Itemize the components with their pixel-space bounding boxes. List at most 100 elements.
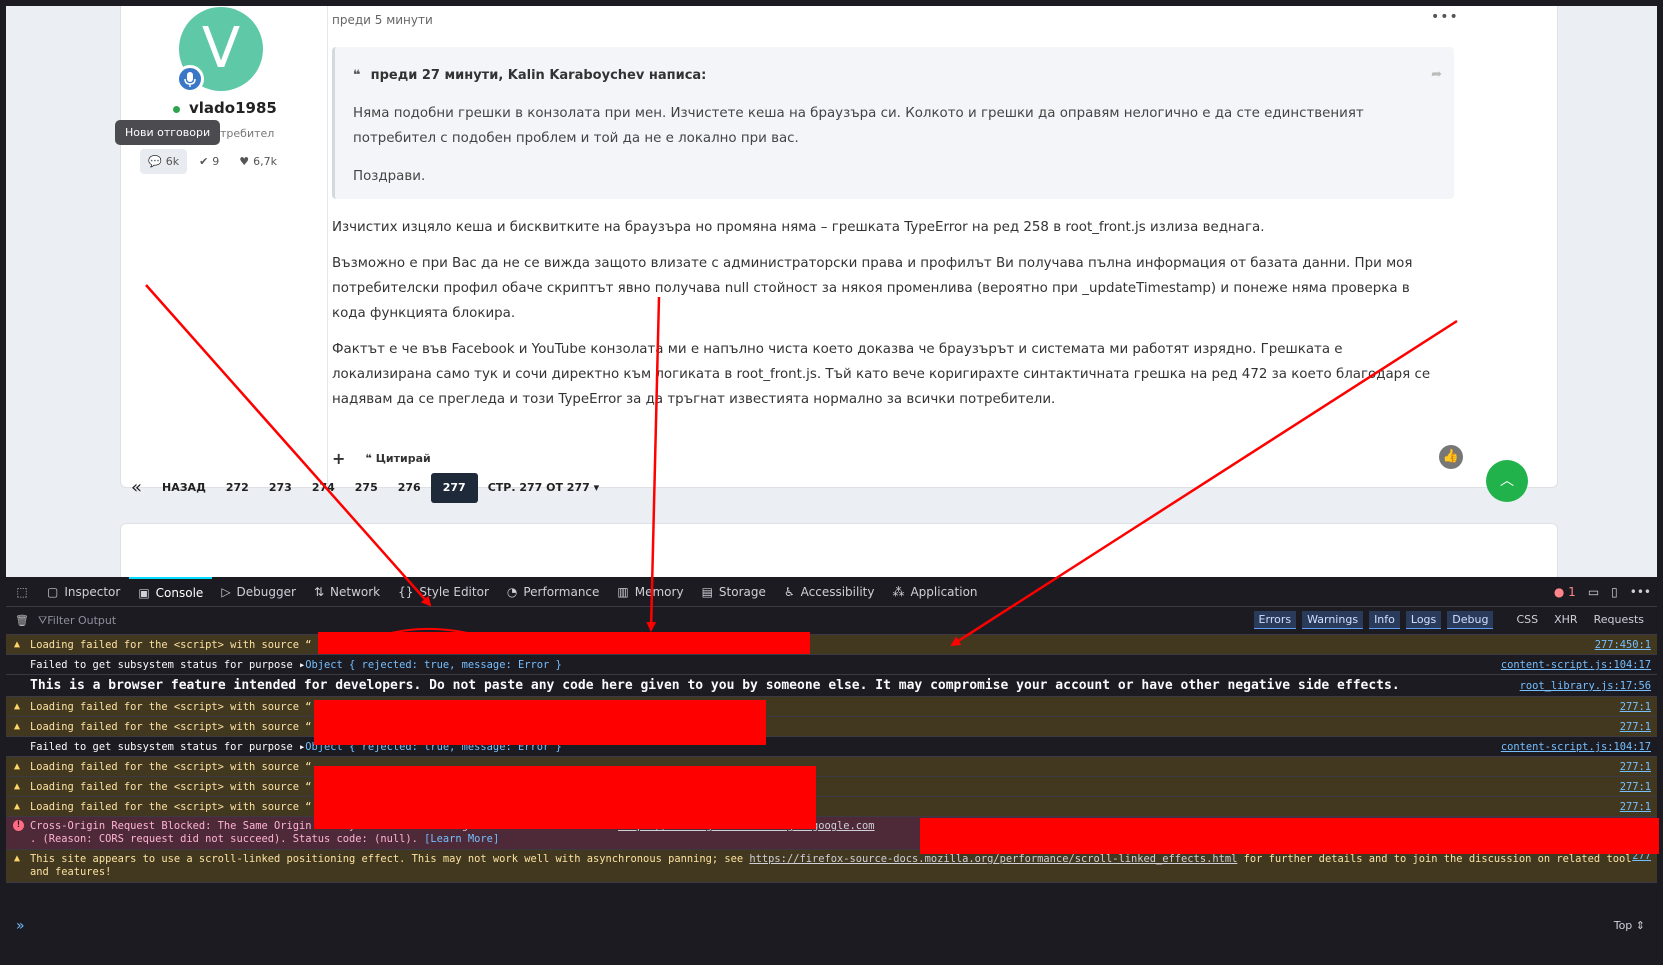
filter-logs[interactable]: Logs xyxy=(1405,611,1442,629)
tab-label: Debugger xyxy=(236,584,296,599)
message-url-link[interactable]: https://firefox-source-docs.mozilla.org/… xyxy=(749,853,1237,865)
more-options-icon[interactable]: ••• xyxy=(1630,585,1651,599)
tab-label: Console xyxy=(155,585,204,600)
tab-application[interactable]: ⁂ Application xyxy=(883,577,986,607)
like-icon[interactable]: 👍 xyxy=(1439,445,1463,469)
filter-requests[interactable]: Requests xyxy=(1589,611,1649,629)
clear-console-icon[interactable]: 🗑 xyxy=(6,614,38,627)
message-source-link[interactable]: 277:1 xyxy=(1619,777,1651,796)
current-page[interactable]: 277 xyxy=(430,473,478,503)
accessibility-icon: ♿ xyxy=(783,584,795,599)
console-message-warning: ▲ Loading failed for the <script> with so… xyxy=(6,697,1657,717)
message-source-link[interactable]: content-script.js:104:17 xyxy=(1500,737,1651,756)
quote-paragraph: Няма подобни грешки в конзолата при мен.… xyxy=(353,106,1364,146)
console-message-warning: ▲ This site appears to use a scroll-linke… xyxy=(6,850,1657,883)
message-text: Failed to get subsystem status for purpo… xyxy=(30,741,299,753)
devtools-panel: ⬚ ▢ Inspector ▣ Console ▷ Debugger ⇅ Network… xyxy=(6,576,1657,949)
page-link[interactable]: 276 xyxy=(388,473,431,503)
post-paragraph: Възможно е при Вас да не се вижда защото… xyxy=(332,256,1413,321)
message-source-link[interactable]: 277:1 xyxy=(1619,757,1651,776)
page-link[interactable]: 274 xyxy=(302,473,345,503)
back-button[interactable]: НАЗАД xyxy=(152,473,216,503)
error-count: 1 xyxy=(1568,585,1576,599)
add-button[interactable]: + xyxy=(332,449,345,468)
post-paragraph: Фактът е че във Facebook и YouTube конзо… xyxy=(332,342,1431,407)
tab-console[interactable]: ▣ Console xyxy=(129,576,213,607)
message-text: . (Reason: CORS request did not succeed)… xyxy=(30,833,418,845)
chevron-up-icon: ︿ xyxy=(1500,473,1514,489)
debugger-icon: ▷ xyxy=(221,584,231,599)
filter-icon: ⛛ xyxy=(38,613,48,627)
context-selector[interactable]: Top ⇕ xyxy=(1614,915,1645,937)
message-source-link[interactable]: root_library.js:17:56 xyxy=(1519,675,1651,696)
quote-button[interactable]: ❝ Цитирай xyxy=(365,452,430,465)
share-icon[interactable]: ➦ xyxy=(1431,67,1442,82)
tab-memory[interactable]: ▥ Memory xyxy=(608,577,692,607)
console-message-warning: ▲ Loading failed for the <script> with so… xyxy=(6,777,1657,797)
filter-output-input[interactable]: Filter Output xyxy=(47,614,116,627)
tab-inspector[interactable]: ▢ Inspector xyxy=(38,577,129,607)
warning-icon: ▲ xyxy=(14,761,21,772)
heart-icon: ♥ xyxy=(239,155,250,168)
split-console-icon[interactable]: ▭ xyxy=(1588,585,1599,599)
author-column: V vlado1985 Потребител 💬 6k ✔ 9 ♥ 6,7k Нови… xyxy=(115,6,328,487)
filter-errors[interactable]: Errors xyxy=(1253,611,1297,629)
message-source-link[interactable]: 277:1 xyxy=(1619,717,1651,736)
solutions-stat[interactable]: ✔ 9 xyxy=(191,149,227,174)
tab-style-editor[interactable]: {} Style Editor xyxy=(389,577,498,607)
tab-label: Accessibility xyxy=(800,584,875,599)
dock-icon[interactable]: ▯ xyxy=(1611,585,1618,599)
online-status-dot xyxy=(173,106,180,113)
message-source-link[interactable]: 277:1 xyxy=(1619,697,1651,716)
quote-header: ❝ преди 27 минути, Kalin Karaboychev напи… xyxy=(353,68,706,83)
post-paragraph: Изчистих изцяло кеша и бисквитките на бр… xyxy=(332,220,1265,235)
reputation-stat[interactable]: ♥ 6,7k xyxy=(231,149,285,174)
learn-more-link[interactable]: [Learn More] xyxy=(424,833,499,845)
filter-css[interactable]: CSS xyxy=(1511,611,1543,629)
tab-debugger[interactable]: ▷ Debugger xyxy=(212,577,305,607)
post-menu-button[interactable]: ••• xyxy=(1431,9,1459,25)
warning-icon: ▲ xyxy=(14,853,21,864)
page-jump-dropdown[interactable]: СТР. 277 ОТ 277 ▾ xyxy=(478,473,609,503)
browser-frame-bottom xyxy=(0,949,1663,965)
console-input[interactable]: » Top ⇕ xyxy=(6,915,1657,945)
message-object[interactable]: Object { rejected: true, message: Error … xyxy=(305,659,561,671)
page-link[interactable]: 275 xyxy=(345,473,388,503)
redaction-box xyxy=(314,766,816,829)
message-source-link[interactable]: content-script.js:104:17 xyxy=(1500,655,1651,674)
inspector-icon: ▢ xyxy=(47,584,59,599)
post-timestamp[interactable]: преди 5 минути xyxy=(332,13,433,27)
element-picker-icon[interactable]: ⬚ xyxy=(6,585,38,599)
quote-text: Няма подобни грешки в конзолата при мен.… xyxy=(353,101,1443,189)
filter-info[interactable]: Info xyxy=(1369,611,1400,629)
message-text: Loading failed for the <script> with sou… xyxy=(30,701,312,713)
redaction-box xyxy=(318,632,810,654)
page-link[interactable]: 273 xyxy=(259,473,302,503)
error-count-badge[interactable]: ● 1 xyxy=(1554,585,1576,599)
console-message-self-xss: This is a browser feature intended for d… xyxy=(6,675,1657,697)
message-source-link[interactable]: 277:450:1 xyxy=(1594,635,1651,654)
quote-block: ❝ преди 27 минути, Kalin Karaboychev напи… xyxy=(332,47,1454,199)
tab-network[interactable]: ⇅ Network xyxy=(305,577,389,607)
filter-debug[interactable]: Debug xyxy=(1447,611,1494,629)
post-card: V vlado1985 Потребител 💬 6k ✔ 9 ♥ 6,7k Нови… xyxy=(115,6,1558,488)
pagination: « НАЗАД 272 273 274 275 276 277 СТР. 277… xyxy=(121,473,609,503)
tab-storage[interactable]: ▤ Storage xyxy=(693,577,775,607)
filter-warnings[interactable]: Warnings xyxy=(1302,611,1364,629)
style-editor-icon: {} xyxy=(398,584,414,599)
tab-accessibility[interactable]: ♿ Accessibility xyxy=(775,577,884,607)
tab-performance[interactable]: ◔ Performance xyxy=(498,577,609,607)
filter-xhr[interactable]: XHR xyxy=(1549,611,1582,629)
author-name[interactable]: vlado1985 xyxy=(189,99,277,117)
solutions-count: 9 xyxy=(212,155,220,168)
forum-page: V vlado1985 Потребител 💬 6k ✔ 9 ♥ 6,7k Нови… xyxy=(6,6,1657,577)
warning-icon: ▲ xyxy=(14,721,21,732)
posts-stat[interactable]: 💬 6k xyxy=(140,149,188,174)
tab-label: Application xyxy=(910,584,978,599)
console-message-warning: ▲ Loading failed for the <script> with so… xyxy=(6,635,1657,655)
first-page-button[interactable]: « xyxy=(121,473,152,503)
message-source-link[interactable]: 277:1 xyxy=(1619,797,1651,816)
page-link[interactable]: 272 xyxy=(216,473,259,503)
quote-button-label: Цитирай xyxy=(375,452,431,465)
scroll-to-top-button[interactable]: ︿ xyxy=(1486,460,1528,502)
